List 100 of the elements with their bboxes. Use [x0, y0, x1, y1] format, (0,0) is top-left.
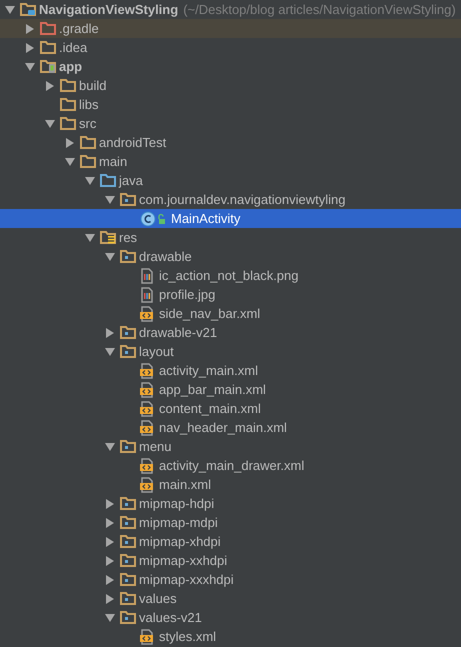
folder-icon: [120, 497, 136, 510]
item-label: drawable-v21: [139, 324, 218, 342]
tree-row[interactable]: drawable-v21: [0, 323, 461, 342]
tree-row[interactable]: activity_main.xml: [0, 361, 461, 380]
tree-row[interactable]: com.journaldev.navigationviewtyling: [0, 190, 461, 209]
expand-arrow-icon[interactable]: [105, 594, 115, 604]
item-label: ic_action_not_black.png: [159, 266, 298, 285]
tree-row[interactable]: layout: [0, 342, 461, 361]
item-label: app: [59, 58, 82, 76]
tree-row[interactable]: menu: [0, 437, 461, 456]
expand-arrow-icon[interactable]: [105, 536, 115, 546]
xml-file-icon: [140, 628, 154, 644]
tree-row[interactable]: nav_header_main.xml: [0, 418, 461, 437]
collapse-arrow-icon[interactable]: [85, 232, 95, 242]
tree-row[interactable]: app: [0, 57, 461, 76]
item-label: mipmap-xhdpi: [139, 532, 221, 551]
tree-row[interactable]: build: [0, 76, 461, 95]
xml-file-icon: [140, 382, 154, 398]
tree-row[interactable]: values-v21: [0, 608, 461, 627]
collapse-arrow-icon[interactable]: [5, 4, 15, 14]
expand-arrow-icon[interactable]: [105, 556, 115, 566]
expand-arrow-icon[interactable]: [105, 574, 115, 584]
tree-row[interactable]: main: [0, 152, 461, 171]
xml-file-icon: [140, 400, 154, 416]
tree-row[interactable]: mipmap-mdpi: [0, 513, 461, 532]
collapse-arrow-icon[interactable]: [105, 194, 115, 204]
item-label: app_bar_main.xml: [159, 380, 266, 399]
image-file-icon: [140, 268, 154, 284]
tree-row[interactable]: main.xml: [0, 475, 461, 494]
item-label: mipmap-xxhdpi: [139, 552, 228, 570]
tree-row[interactable]: mipmap-xhdpi: [0, 532, 461, 551]
folder-icon: [60, 117, 76, 130]
folder-icon: [100, 231, 116, 244]
xml-file-icon: [140, 420, 154, 436]
item-label: java: [119, 172, 143, 190]
tree-row[interactable]: app_bar_main.xml: [0, 380, 461, 399]
xml-file-icon: [140, 362, 154, 378]
folder-icon: [40, 22, 56, 35]
item-label: mipmap-hdpi: [139, 494, 214, 513]
item-label: main: [99, 152, 128, 171]
tree-row[interactable]: src: [0, 114, 461, 133]
tree-row[interactable]: side_nav_bar.xml: [0, 304, 461, 323]
item-label: values: [139, 590, 177, 608]
item-label: nav_header_main.xml: [159, 418, 287, 437]
expand-arrow-icon[interactable]: [105, 518, 115, 528]
tree-row[interactable]: androidTest: [0, 133, 461, 152]
folder-icon: [120, 516, 136, 529]
collapse-arrow-icon[interactable]: [105, 442, 115, 452]
item-label: layout: [139, 342, 174, 361]
folder-icon: [100, 174, 116, 187]
folder-icon: [80, 136, 96, 149]
collapse-arrow-icon[interactable]: [85, 176, 95, 186]
project-path: (~/Desktop/blog articles/NavigationViewStyling): [183, 0, 456, 19]
tree-row[interactable]: .idea: [0, 38, 461, 57]
item-label: libs: [79, 96, 99, 114]
tree-row[interactable]: profile.jpg: [0, 285, 461, 304]
tree-row[interactable]: mipmap-hdpi: [0, 494, 461, 513]
collapse-arrow-icon[interactable]: [105, 612, 115, 622]
tree-row[interactable]: ic_action_not_black.png: [0, 266, 461, 285]
expand-arrow-icon[interactable]: [105, 498, 115, 508]
item-label: build: [79, 76, 106, 95]
item-label: androidTest: [99, 134, 166, 152]
tree-row[interactable]: activity_main_drawer.xml: [0, 456, 461, 475]
folder-icon: [120, 535, 136, 548]
folder-icon: [40, 41, 56, 54]
expand-arrow-icon[interactable]: [45, 80, 55, 90]
expand-arrow-icon[interactable]: [25, 24, 35, 34]
folder-icon: [80, 155, 96, 168]
collapse-arrow-icon[interactable]: [105, 346, 115, 356]
item-label: MainActivity: [171, 210, 240, 228]
tree-row[interactable]: styles.xml: [0, 627, 461, 646]
tree-row[interactable]: java: [0, 171, 461, 190]
tree-row[interactable]: libs: [0, 95, 461, 114]
folder-icon: [60, 98, 76, 111]
expand-arrow-icon[interactable]: [65, 138, 75, 148]
item-label: side_nav_bar.xml: [159, 304, 260, 323]
tree-row[interactable]: .gradle: [0, 19, 461, 38]
folder-icon: [120, 573, 136, 586]
folder-icon: [120, 554, 136, 567]
collapse-arrow-icon[interactable]: [25, 62, 35, 72]
collapse-arrow-icon[interactable]: [65, 156, 75, 166]
folder-icon: [120, 250, 136, 263]
item-label: mipmap-xxxhdpi: [139, 570, 234, 589]
item-label: activity_main_drawer.xml: [159, 456, 304, 475]
item-label: profile.jpg: [159, 286, 216, 304]
tree-row[interactable]: res: [0, 228, 461, 247]
tree-row[interactable]: content_main.xml: [0, 399, 461, 418]
folder-icon: [120, 193, 136, 206]
collapse-arrow-icon[interactable]: [45, 118, 55, 128]
tree-row[interactable]: MainActivity: [0, 209, 461, 228]
expand-arrow-icon[interactable]: [105, 328, 115, 338]
tree-row[interactable]: NavigationViewStyling (~/Desktop/blog articles/NavigationViewStyling): [0, 0, 461, 19]
tree-row[interactable]: mipmap-xxhdpi: [0, 551, 461, 570]
folder-icon: [120, 440, 136, 453]
tree-row[interactable]: drawable: [0, 247, 461, 266]
expand-arrow-icon[interactable]: [25, 42, 35, 52]
item-label: menu: [139, 438, 172, 456]
tree-row[interactable]: values: [0, 589, 461, 608]
tree-row[interactable]: mipmap-xxxhdpi: [0, 570, 461, 589]
collapse-arrow-icon[interactable]: [105, 252, 115, 262]
